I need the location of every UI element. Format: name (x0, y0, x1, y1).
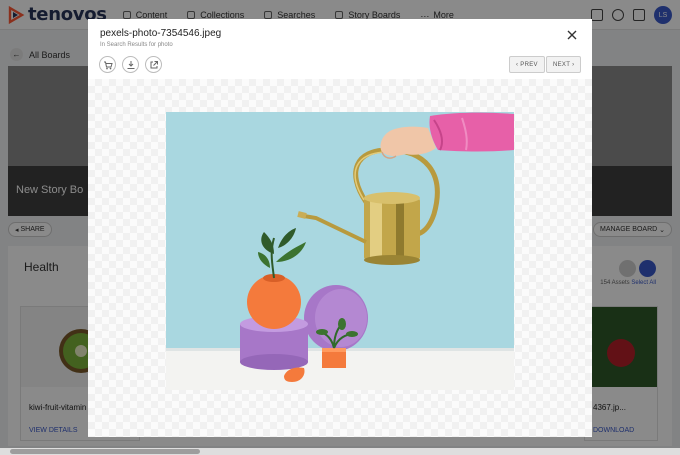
modal-actions (99, 56, 168, 73)
close-icon (567, 30, 577, 40)
chevron-left-icon: ‹ (516, 61, 519, 68)
prev-label: PREV (520, 61, 538, 68)
asset-preview-modal: pexels-photo-7354546.jpeg In Search Resu… (88, 19, 592, 437)
open-external-button[interactable] (145, 56, 162, 73)
image-viewer (88, 79, 592, 437)
next-label: NEXT (553, 61, 571, 68)
download-button[interactable] (122, 56, 139, 73)
add-to-cart-button[interactable] (99, 56, 116, 73)
download-icon (127, 60, 134, 69)
scrollbar-thumb[interactable] (10, 449, 200, 454)
prev-button[interactable]: ‹ PREV (509, 56, 545, 73)
close-button[interactable] (566, 29, 578, 41)
horizontal-scrollbar[interactable] (0, 448, 680, 455)
modal-subtitle: In Search Results for photo (100, 42, 173, 48)
next-button[interactable]: NEXT › (546, 56, 582, 73)
cart-icon (103, 61, 113, 69)
open-external-icon (150, 60, 158, 68)
chevron-right-icon: › (572, 61, 575, 68)
preview-image (166, 112, 514, 390)
modal-title: pexels-photo-7354546.jpeg (100, 28, 222, 39)
